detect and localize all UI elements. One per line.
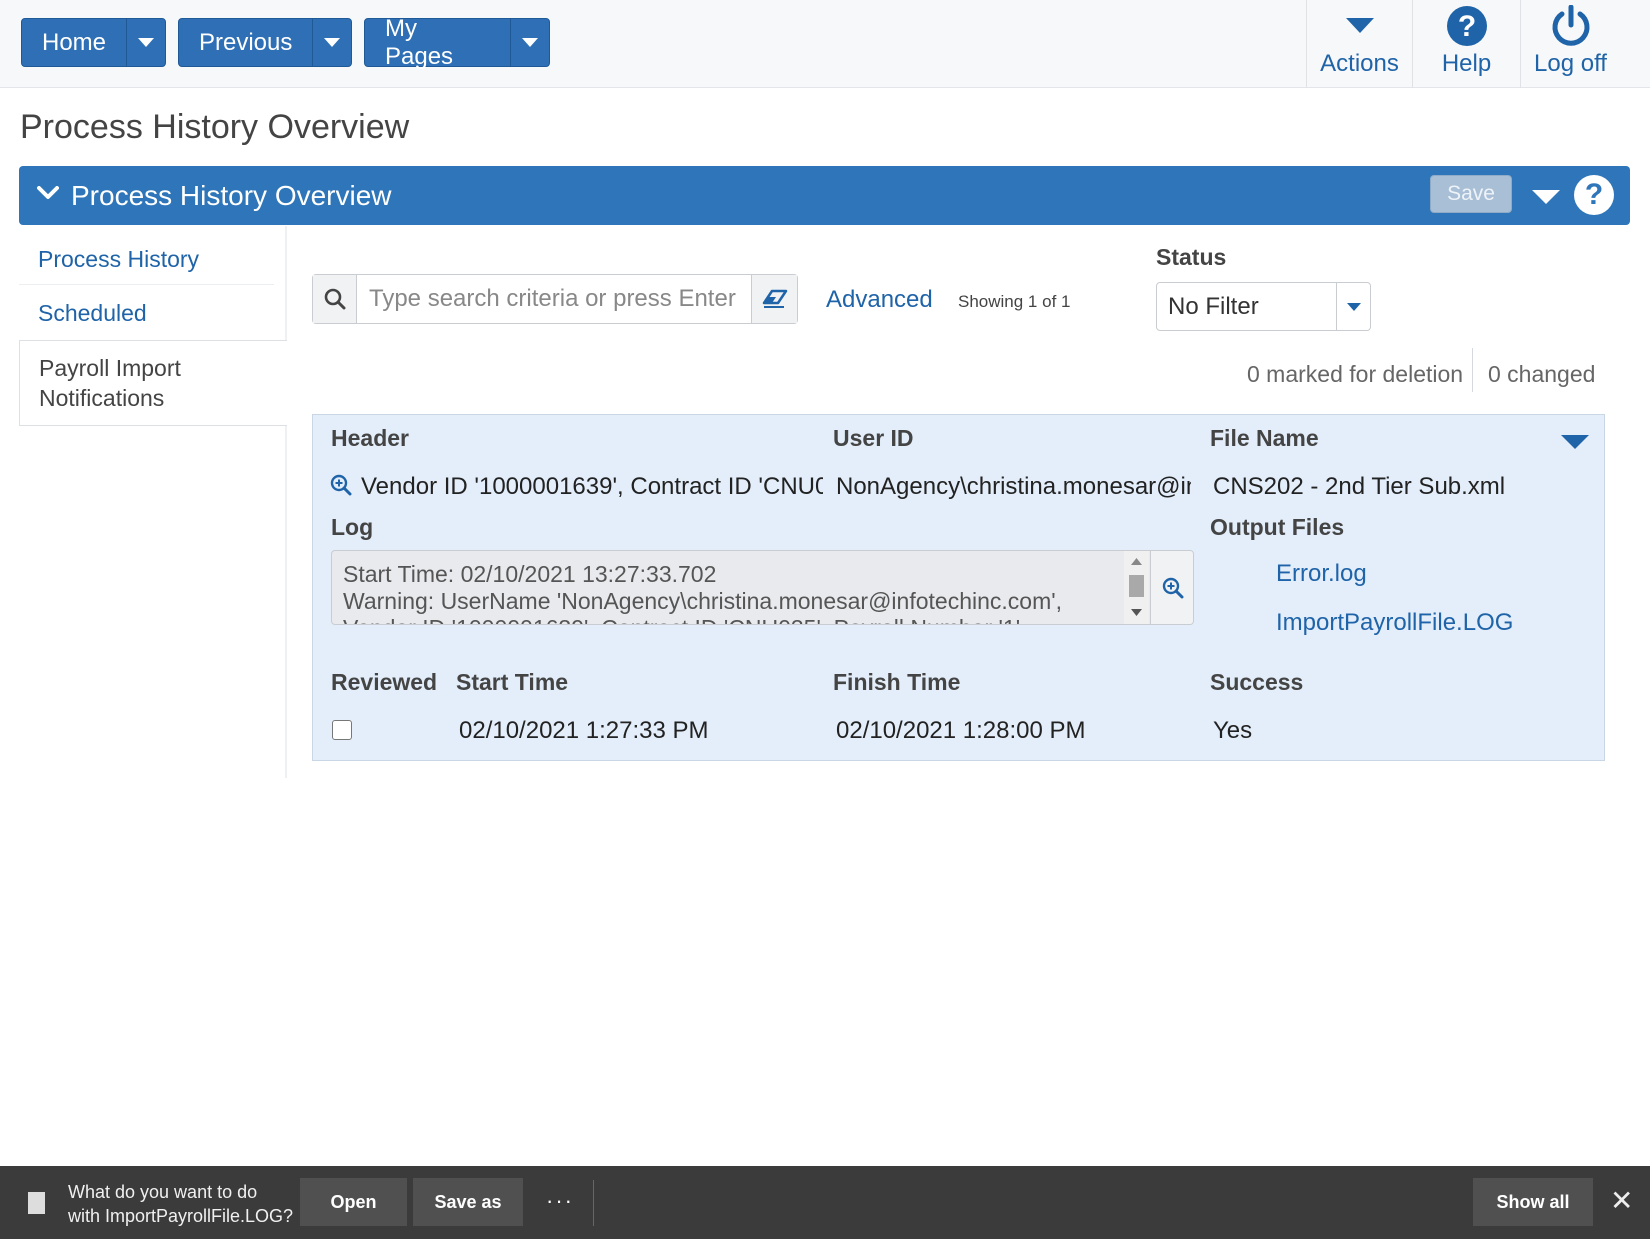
log-line: Warning: UserName 'NonAgency\christina.m… xyxy=(343,588,1063,614)
panel-title: Process History Overview xyxy=(71,179,392,211)
sidebar-item-payroll-import-notifications[interactable]: Payroll Import Notifications xyxy=(19,340,287,426)
output-file-link[interactable]: ImportPayrollFile.LOG xyxy=(1276,609,1513,637)
finish-time-value: 02/10/2021 1:28:00 PM xyxy=(836,717,1086,744)
zoom-in-icon[interactable] xyxy=(1150,551,1193,624)
chevron-down-icon xyxy=(521,38,538,47)
more-options-icon[interactable]: ··· xyxy=(546,1188,574,1214)
zoom-in-icon[interactable] xyxy=(330,474,352,501)
help-button[interactable]: ? Help xyxy=(1412,0,1520,88)
log-line: Start Time: 02/10/2021 13:27:33.702 xyxy=(343,561,717,587)
caret-down-icon xyxy=(1345,2,1374,50)
log-textarea[interactable]: Start Time: 02/10/2021 13:27:33.702 Warn… xyxy=(331,550,1194,625)
finish-time-label: Finish Time xyxy=(833,669,961,695)
user-id-label: User ID xyxy=(833,425,914,451)
page-title: Process History Overview xyxy=(20,108,410,146)
power-icon xyxy=(1550,2,1592,50)
success-value: Yes xyxy=(1213,717,1253,744)
open-button[interactable]: Open xyxy=(300,1178,407,1226)
actions-button[interactable]: Actions xyxy=(1306,0,1412,88)
file-icon xyxy=(28,1192,45,1214)
output-file-link[interactable]: Error.log xyxy=(1276,560,1367,588)
my-pages-button[interactable]: My Pages xyxy=(365,15,510,70)
status-filter-select[interactable]: No Filter xyxy=(1156,282,1371,331)
start-time-value: 02/10/2021 1:27:33 PM xyxy=(459,717,709,744)
log-off-button[interactable]: Log off xyxy=(1520,0,1620,88)
output-files-label: Output Files xyxy=(1210,514,1345,540)
status-filter-value: No Filter xyxy=(1168,292,1259,320)
previous-button-group: Previous xyxy=(178,18,352,67)
success-label: Success xyxy=(1210,669,1304,695)
divider xyxy=(593,1180,594,1226)
home-dropdown-caret[interactable] xyxy=(126,19,165,66)
file-name-value: CNS202 - 2nd Tier Sub.xml xyxy=(1213,473,1506,500)
svg-text:?: ? xyxy=(1457,10,1475,43)
chevron-down-icon xyxy=(138,38,155,47)
advanced-search-link[interactable]: Advanced xyxy=(826,286,933,314)
user-id-value: NonAgency\christina.monesar@infotechinc.… xyxy=(836,473,1191,500)
sidebar-item-process-history[interactable]: Process History xyxy=(19,246,287,273)
eraser-icon[interactable] xyxy=(751,275,797,323)
home-button-group: Home xyxy=(21,18,166,67)
download-prompt-bar: What do you want to do with ImportPayrol… xyxy=(0,1166,1650,1239)
reviewed-checkbox[interactable] xyxy=(332,720,352,740)
download-message-line: What do you want to do xyxy=(68,1182,258,1202)
search-input[interactable] xyxy=(357,275,751,323)
chevron-down-icon[interactable] xyxy=(37,186,59,205)
start-time-label: Start Time xyxy=(456,669,569,695)
sidebar-divider xyxy=(19,284,274,285)
sidebar: Process History Scheduled Payroll Import… xyxy=(19,226,287,778)
header-value: Vendor ID '1000001639', Contract ID 'CNU… xyxy=(361,473,823,500)
status-filter-label: Status xyxy=(1156,244,1227,270)
record-count: Showing 1 of 1 xyxy=(958,292,1071,311)
changed-count: 0 changed xyxy=(1488,361,1596,387)
my-pages-dropdown-caret[interactable] xyxy=(509,19,549,66)
previous-dropdown-caret[interactable] xyxy=(312,19,351,66)
save-button[interactable]: Save xyxy=(1430,175,1512,213)
search-icon[interactable] xyxy=(313,275,357,323)
download-message-line: with ImportPayrollFile.LOG? xyxy=(68,1206,294,1226)
top-navigation-bar: Home Previous My Pages Actions ? Help Lo… xyxy=(0,0,1650,88)
log-off-label: Log off xyxy=(1534,50,1607,77)
header-label: Header xyxy=(331,425,409,451)
chevron-down-icon xyxy=(324,38,341,47)
marked-for-deletion-count: 0 marked for deletion xyxy=(1247,361,1464,387)
file-name-label: File Name xyxy=(1210,425,1319,451)
previous-button[interactable]: Previous xyxy=(179,19,312,66)
panel-help-icon[interactable]: ? xyxy=(1574,175,1614,215)
show-all-button[interactable]: Show all xyxy=(1473,1178,1593,1226)
record-menu-caret-icon[interactable] xyxy=(1561,435,1589,449)
log-line: Vendor ID '1000001639', Contract ID 'CNU… xyxy=(343,615,1103,624)
search-bar xyxy=(312,274,798,324)
my-pages-button-group: My Pages xyxy=(364,15,550,70)
scroll-up-arrow-icon[interactable] xyxy=(1131,558,1142,565)
scroll-thumb[interactable] xyxy=(1129,575,1144,597)
download-message: What do you want to do with ImportPayrol… xyxy=(68,1180,293,1228)
help-label: Help xyxy=(1441,50,1492,77)
reviewed-label: Reviewed xyxy=(331,669,438,695)
home-button[interactable]: Home xyxy=(22,19,126,66)
panel-header: Process History Overview Save ? xyxy=(19,166,1630,225)
chevron-down-icon[interactable] xyxy=(1336,283,1370,330)
actions-label: Actions xyxy=(1320,50,1399,77)
record-card: Header User ID File Name Vendor ID '1000… xyxy=(312,414,1605,761)
panel-menu-caret-icon[interactable] xyxy=(1532,190,1560,204)
log-label: Log xyxy=(331,514,374,540)
divider xyxy=(1472,348,1473,392)
log-text: Start Time: 02/10/2021 13:27:33.702 Warn… xyxy=(343,561,1103,624)
scroll-down-arrow-icon[interactable] xyxy=(1131,609,1142,616)
log-scrollbar[interactable] xyxy=(1124,551,1149,624)
help-circle-icon: ? xyxy=(1446,2,1488,50)
close-icon[interactable]: ✕ xyxy=(1610,1186,1633,1216)
save-as-button[interactable]: Save as xyxy=(413,1178,523,1226)
sidebar-item-scheduled[interactable]: Scheduled xyxy=(19,300,287,327)
